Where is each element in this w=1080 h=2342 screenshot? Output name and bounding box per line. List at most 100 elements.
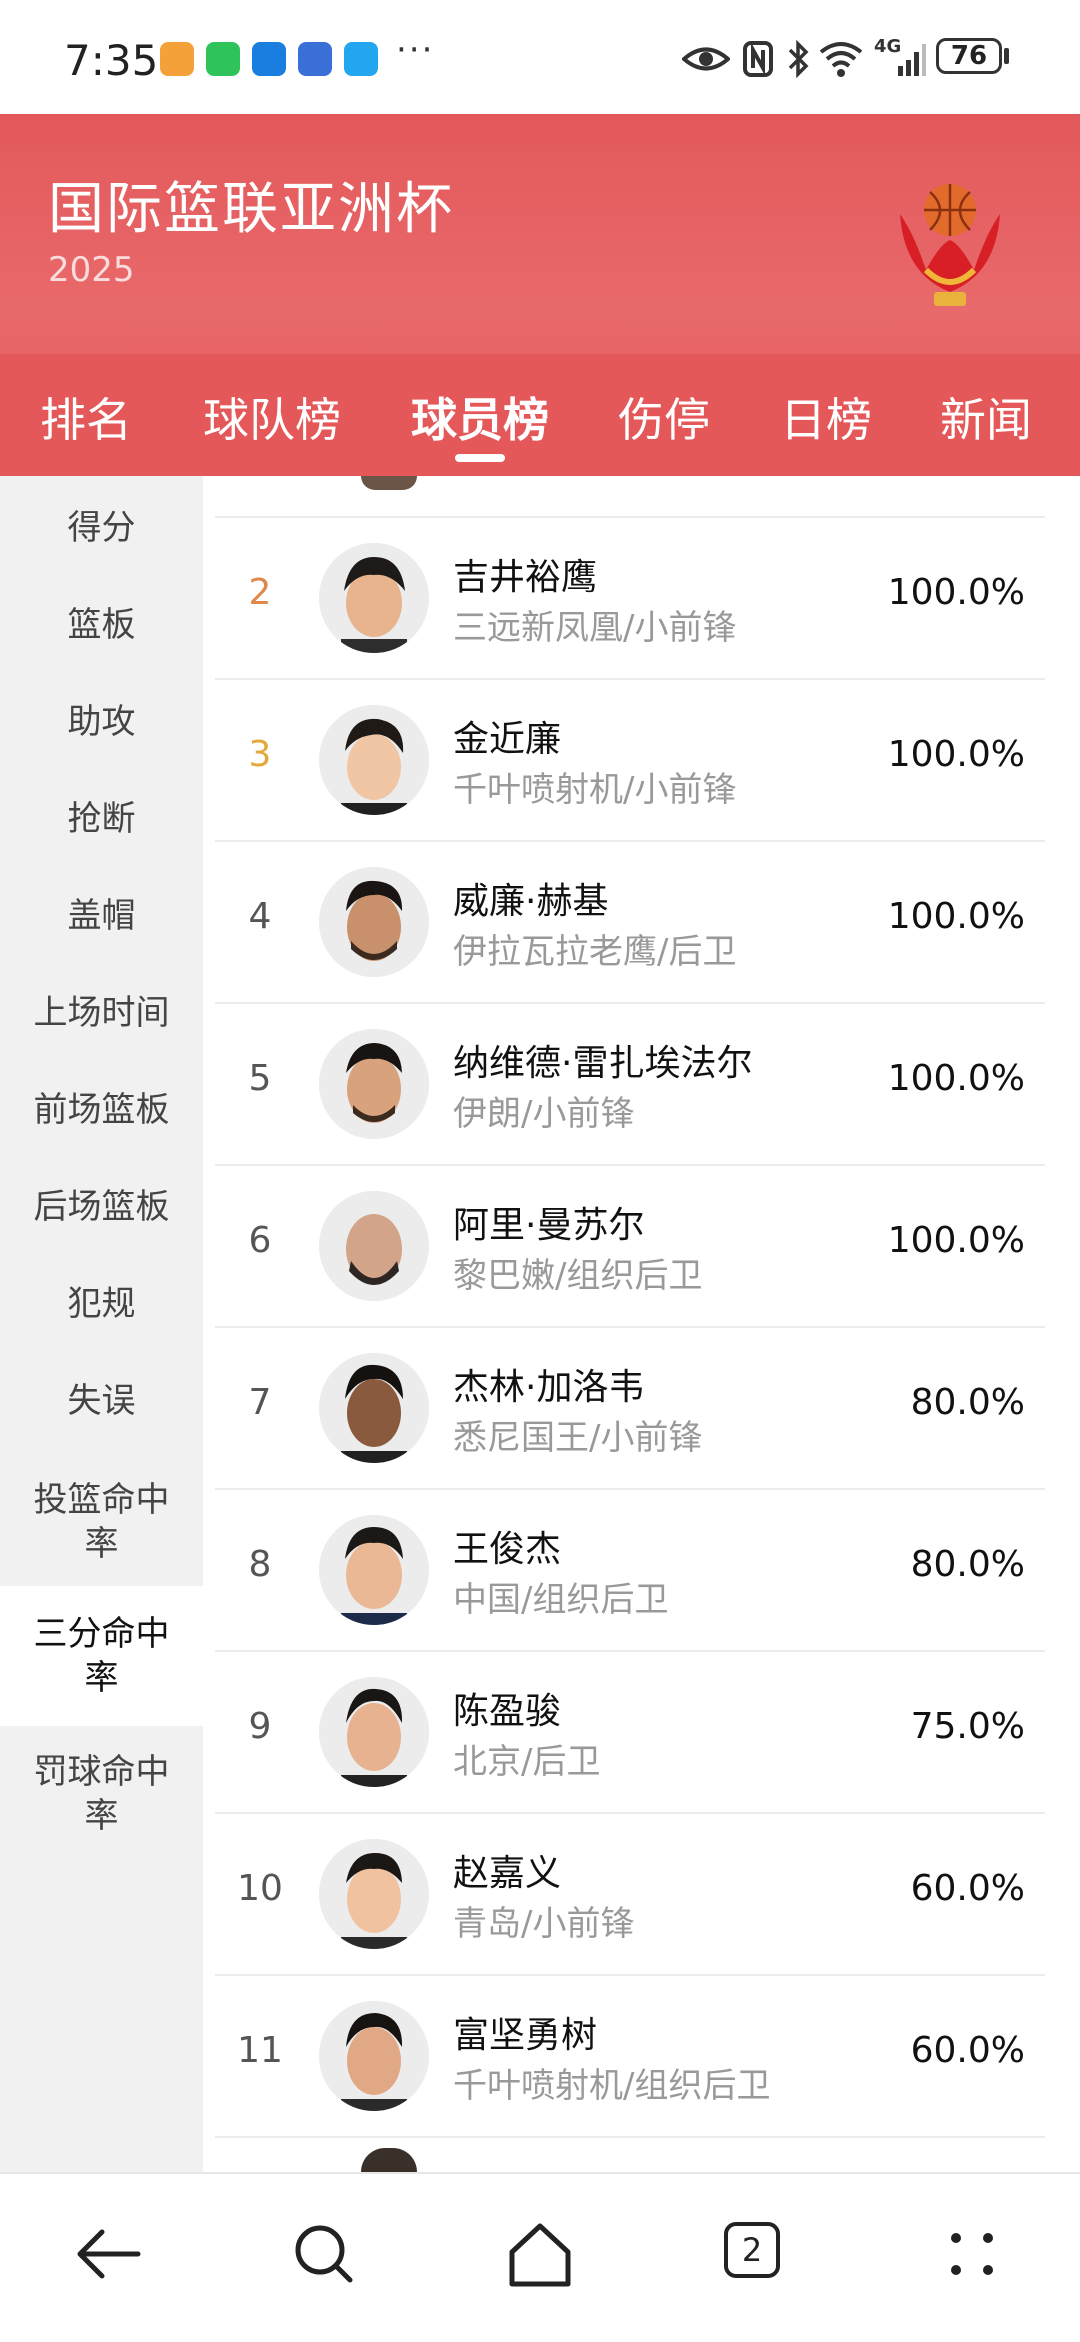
table-row[interactable]: 9 陈盈骏 北京/后卫 75.0% (215, 1652, 1045, 1814)
category-minutes[interactable]: 上场时间 (0, 981, 203, 1045)
category-defensive-rebounds[interactable]: 后场篮板 (0, 1175, 203, 1239)
wifi-icon (819, 42, 863, 77)
battery-tip (1004, 48, 1009, 64)
table-row[interactable]: 5 纳维德·雷扎埃法尔 伊朗/小前锋 100.0% (215, 1004, 1045, 1166)
home-button[interactable] (500, 2214, 580, 2294)
bluetooth-icon (788, 39, 809, 79)
player-avatar (319, 867, 429, 977)
player-avatar (319, 1353, 429, 1463)
wechat-icon (206, 42, 240, 76)
player-avatar (319, 1515, 429, 1625)
player-team-position: 千叶喷射机/组织后卫 (453, 2066, 771, 2106)
player-team-position: 悉尼国王/小前锋 (453, 1418, 703, 1458)
cellular-signal-icon (898, 44, 926, 76)
player-3pt-percentage: 100.0% (887, 1220, 1025, 1261)
category-assists[interactable]: 助攻 (0, 690, 203, 754)
table-row[interactable]: 4 威廉·赫基 伊拉瓦拉老鹰/后卫 100.0% (215, 842, 1045, 1004)
app-notification-icon (160, 42, 194, 76)
category-points[interactable]: 得分 (0, 496, 203, 560)
tab-team-leaders[interactable]: 球队榜 (203, 384, 341, 450)
player-rank: 6 (248, 1220, 272, 1261)
player-name: 吉井裕鹰 (453, 557, 598, 598)
player-3pt-percentage: 100.0% (887, 896, 1025, 937)
player-team-position: 伊拉瓦拉老鹰/后卫 (453, 932, 737, 972)
player-3pt-percentage: 100.0% (887, 1058, 1025, 1099)
trophy-icon (900, 184, 1000, 306)
table-row[interactable] (215, 2138, 1045, 2172)
player-3pt-percentage: 75.0% (910, 1706, 1025, 1747)
player-3pt-percentage: 80.0% (910, 1382, 1025, 1423)
player-team-position: 北京/后卫 (453, 1742, 601, 1782)
player-name: 陈盈骏 (453, 1691, 562, 1732)
category-fouls[interactable]: 犯规 (0, 1272, 203, 1336)
tab-news[interactable]: 新闻 (940, 384, 1032, 450)
battery-indicator: 76 (936, 38, 1002, 74)
category-blocks[interactable]: 盖帽 (0, 884, 203, 948)
category-offensive-rebounds[interactable]: 前场篮板 (0, 1078, 203, 1142)
player-avatar (361, 476, 417, 490)
player-avatar (319, 1191, 429, 1301)
player-rank: 3 (248, 734, 272, 775)
table-row[interactable]: 7 杰林·加洛韦 悉尼国王/小前锋 80.0% (215, 1328, 1045, 1490)
active-tab-indicator (455, 454, 505, 462)
player-team-position: 中国/组织后卫 (453, 1580, 669, 1620)
player-rank: 7 (248, 1382, 272, 1423)
tab-injuries[interactable]: 伤停 (618, 384, 710, 450)
app-notification-icon (298, 42, 332, 76)
category-rebounds[interactable]: 篮板 (0, 593, 203, 657)
category-3pt-percentage[interactable]: 三分命中率 (0, 1586, 203, 1726)
tabs-button[interactable]: 2 (716, 2214, 796, 2294)
player-rank: 8 (248, 1544, 272, 1585)
player-name: 纳维德·雷扎埃法尔 (453, 1043, 753, 1084)
player-3pt-percentage: 80.0% (910, 1544, 1025, 1585)
category-ft-percentage[interactable]: 罚球命中率 (0, 1738, 203, 1850)
search-button[interactable] (284, 2214, 364, 2294)
table-row[interactable]: 8 王俊杰 中国/组织后卫 80.0% (215, 1490, 1045, 1652)
player-3pt-percentage: 100.0% (887, 572, 1025, 613)
competition-header: 国际篮联亚洲杯 2025 排名 球队榜 球员榜 伤停 日榜 新闻 (0, 114, 1080, 476)
player-ranking-list: 2 吉井裕鹰 三远新凤凰/小前锋 100.0% 3 金近廉 千叶喷射机/小前锋 … (215, 476, 1045, 2172)
player-team-position: 伊朗/小前锋 (453, 1094, 635, 1134)
tab-count: 2 (724, 2222, 780, 2278)
menu-button[interactable] (932, 2214, 1012, 2294)
section-tabs: 排名 球队榜 球员榜 伤停 日榜 新闻 (0, 354, 1080, 476)
tab-player-leaders[interactable]: 球员榜 (411, 384, 549, 450)
player-rank: 2 (248, 572, 272, 613)
player-3pt-percentage: 60.0% (910, 2030, 1025, 2071)
table-row[interactable]: 10 赵嘉义 青岛/小前锋 60.0% (215, 1814, 1045, 1976)
table-row[interactable]: 3 金近廉 千叶喷射机/小前锋 100.0% (215, 680, 1045, 842)
player-avatar (319, 543, 429, 653)
tab-daily[interactable]: 日榜 (780, 384, 872, 450)
category-steals[interactable]: 抢断 (0, 787, 203, 851)
eye-icon (682, 47, 730, 71)
player-name: 富坚勇树 (453, 2015, 598, 2056)
player-rank: 11 (237, 2030, 283, 2071)
message-icon (344, 42, 378, 76)
player-rank: 9 (248, 1706, 272, 1747)
tab-rankings[interactable]: 排名 (40, 384, 132, 450)
player-name: 王俊杰 (453, 1529, 562, 1570)
player-avatar (319, 1029, 429, 1139)
player-name: 赵嘉义 (453, 1853, 562, 1894)
table-row[interactable] (215, 476, 1045, 518)
status-time: 7:35 (64, 36, 159, 85)
back-button[interactable] (68, 2214, 148, 2294)
player-avatar (361, 2148, 417, 2172)
table-row[interactable]: 11 富坚勇树 千叶喷射机/组织后卫 60.0% (215, 1976, 1045, 2138)
player-rank: 4 (248, 896, 272, 937)
player-team-position: 黎巴嫩/组织后卫 (453, 1256, 703, 1296)
status-bar: 7:35 ··· 4G 76 (0, 0, 1080, 114)
player-name: 威廉·赫基 (453, 881, 609, 922)
nfc-icon (743, 41, 773, 77)
table-row[interactable]: 6 阿里·曼苏尔 黎巴嫩/组织后卫 100.0% (215, 1166, 1045, 1328)
more-notifications-icon: ··· (396, 30, 435, 70)
player-rank: 5 (248, 1058, 272, 1099)
player-name: 杰林·加洛韦 (453, 1367, 645, 1408)
category-turnovers[interactable]: 失误 (0, 1369, 203, 1433)
player-avatar (319, 705, 429, 815)
player-avatar (319, 1677, 429, 1787)
category-fg-percentage[interactable]: 投篮命中率 (0, 1466, 203, 1578)
player-3pt-percentage: 60.0% (910, 1868, 1025, 1909)
player-avatar (319, 1839, 429, 1949)
table-row[interactable]: 2 吉井裕鹰 三远新凤凰/小前锋 100.0% (215, 518, 1045, 680)
